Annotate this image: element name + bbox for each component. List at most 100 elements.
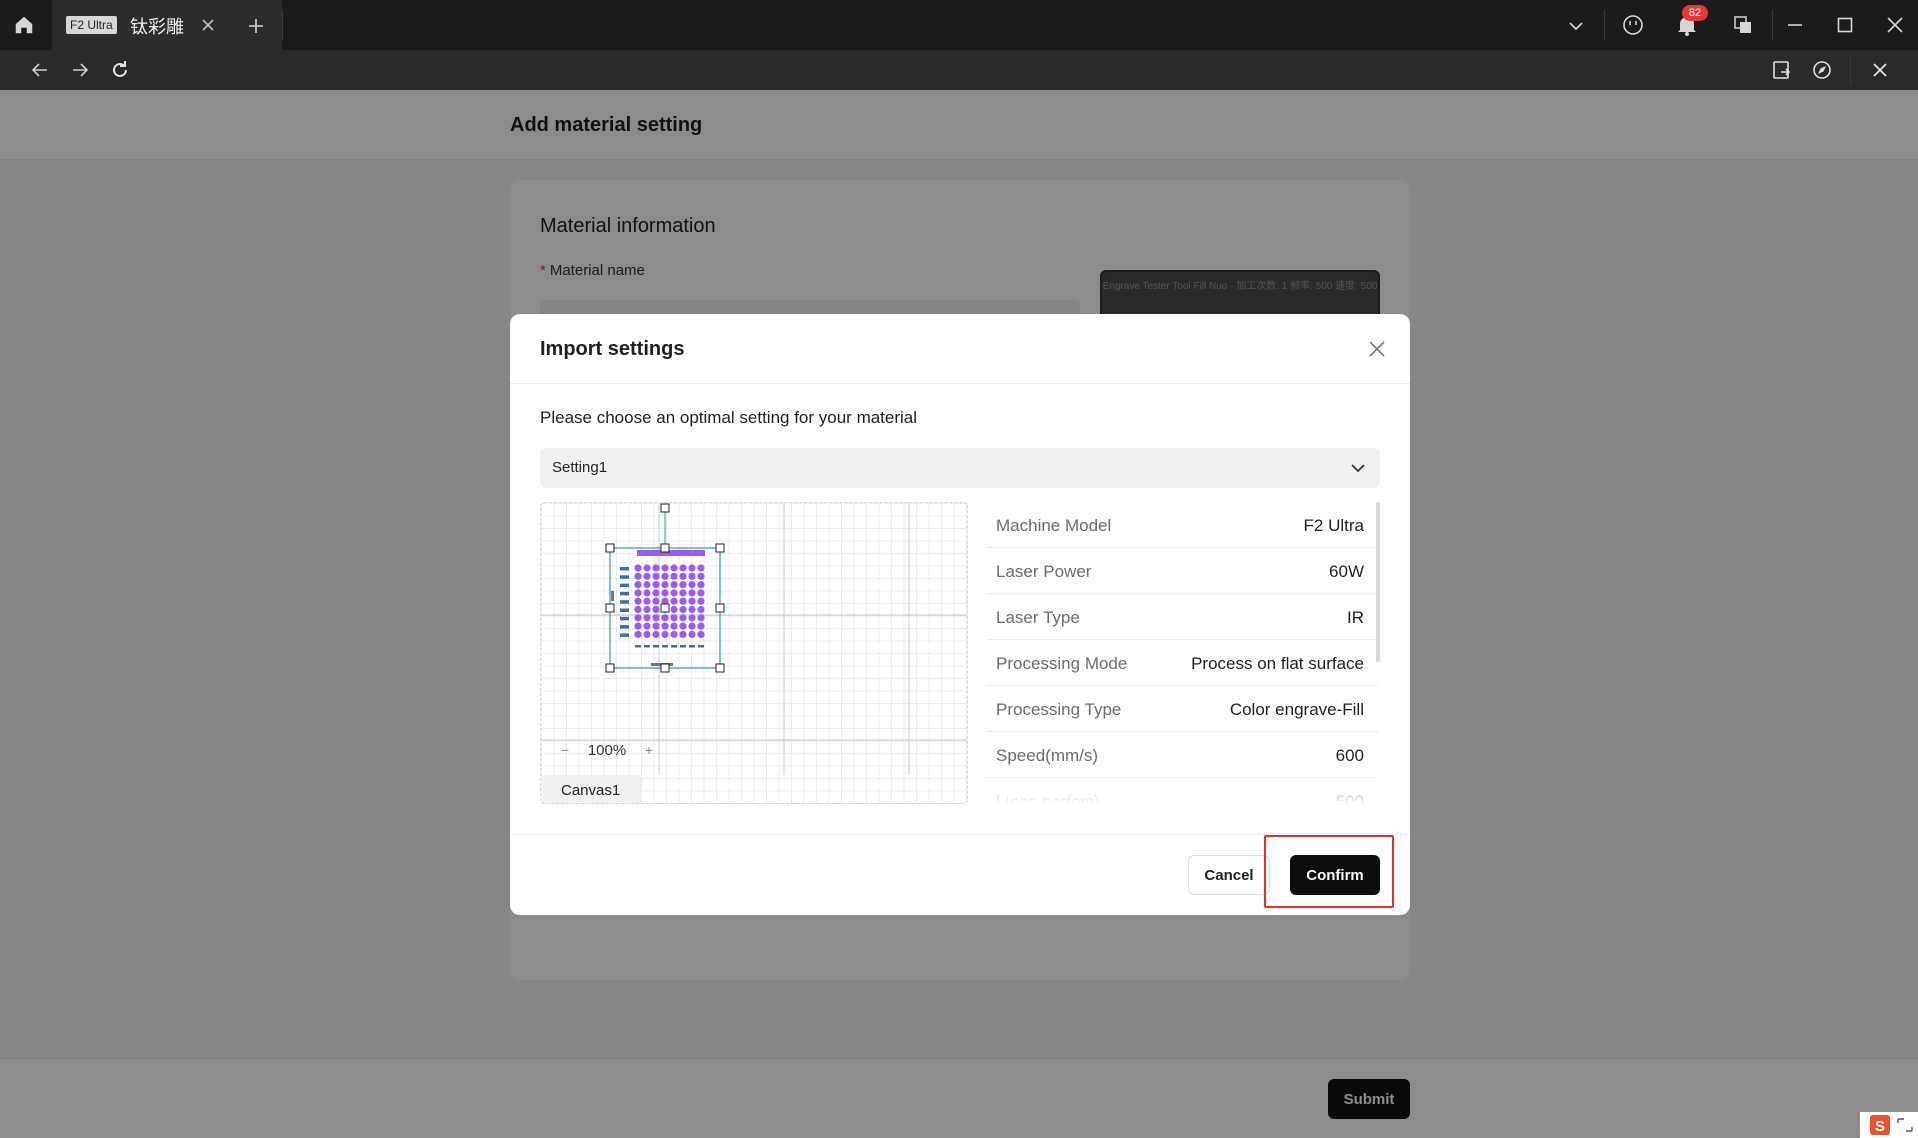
property-value: Color engrave-Fill — [1229, 700, 1364, 719]
chevron-down-icon[interactable] — [1564, 14, 1588, 38]
pattern-dot — [679, 564, 687, 572]
pattern-dot — [688, 605, 696, 614]
pattern-dot — [652, 622, 660, 630]
forward-arrow-icon[interactable] — [68, 58, 92, 82]
pattern-dot — [679, 589, 687, 597]
svg-text:S: S — [1875, 1118, 1885, 1135]
properties-scrollbar[interactable] — [1376, 502, 1380, 804]
pattern-row-label — [620, 633, 629, 637]
title-bar: F2 Ultra 钛彩雕 82 — [0, 0, 1918, 50]
pattern-dot — [670, 597, 678, 605]
pattern-col-label — [689, 645, 695, 648]
pattern-dot — [634, 597, 642, 605]
pattern-dot — [643, 589, 651, 597]
pattern-dot — [688, 622, 696, 630]
pattern-dot — [643, 581, 651, 589]
pattern-dot — [697, 630, 705, 638]
tab-title: 钛彩雕 — [130, 17, 184, 38]
pattern-dot — [634, 605, 642, 614]
bar-separator — [1604, 10, 1605, 40]
link-device-icon[interactable] — [1770, 58, 1794, 82]
import-settings-modal: Import settings Please choose an optimal… — [510, 314, 1410, 915]
pattern-dot — [661, 581, 669, 589]
setting-select[interactable]: Setting1 — [540, 448, 1380, 488]
pattern-dot — [697, 589, 705, 597]
canvas-preview[interactable]: − 100% + Canvas1 — [540, 502, 968, 804]
ime-icon: S — [1870, 1115, 1913, 1135]
pattern-dot — [634, 630, 642, 638]
pattern-dot — [697, 597, 705, 605]
pattern-row-label — [620, 591, 629, 596]
new-tab-icon[interactable] — [244, 14, 268, 38]
setting-properties: Machine Model F2 Ultra Laser Power 60W L… — [986, 502, 1378, 804]
ime-indicator[interactable]: S — [1860, 1112, 1918, 1138]
navigation-bar — [0, 50, 1918, 90]
pattern-dot — [697, 581, 705, 589]
compass-icon[interactable] — [1810, 58, 1834, 82]
engrave-test-pattern — [611, 550, 705, 666]
pattern-dot — [670, 630, 678, 638]
pattern-dot — [679, 572, 687, 580]
canvas-tab[interactable]: Canvas1 — [541, 775, 641, 803]
resize-handle — [715, 663, 725, 673]
pattern-dot — [652, 589, 660, 597]
pattern-dot — [643, 622, 651, 630]
zoom-out-button[interactable]: − — [553, 738, 577, 762]
modal-close-icon[interactable] — [1362, 334, 1392, 364]
property-row: Laser Power 60W — [986, 548, 1378, 594]
cancel-button[interactable]: Cancel — [1188, 855, 1270, 895]
pattern-dot — [634, 572, 642, 580]
pattern-col-label — [671, 645, 677, 648]
pattern-dot — [688, 630, 696, 638]
property-key: Machine Model — [996, 516, 1112, 535]
zoom-control: − 100% + — [553, 737, 661, 763]
pattern-dot — [679, 614, 687, 622]
pattern-row-label — [620, 608, 629, 612]
pattern-dot — [688, 597, 696, 605]
maximize-icon[interactable] — [1830, 12, 1860, 38]
pattern-dot — [697, 564, 705, 572]
pattern-dot — [661, 614, 669, 622]
tab-close-icon[interactable] — [197, 14, 219, 36]
pattern-dot — [661, 622, 669, 630]
property-row: Laser Type IR — [986, 594, 1378, 640]
confirm-button[interactable]: Confirm — [1290, 855, 1380, 895]
property-row: Processing Type Color engrave-Fill — [986, 686, 1378, 732]
pattern-dot — [670, 572, 678, 580]
pattern-col-label — [635, 645, 641, 648]
resize-handle — [605, 663, 615, 673]
windows-icon[interactable] — [1730, 12, 1756, 38]
modal-header: Import settings — [510, 314, 1410, 384]
pattern-dot — [652, 605, 660, 614]
scrollbar-thumb[interactable] — [1376, 502, 1380, 662]
pattern-dot — [679, 581, 687, 589]
tab-model-badge: F2 Ultra — [66, 16, 117, 34]
property-key: Laser Type — [996, 608, 1080, 627]
pattern-dot — [688, 564, 696, 572]
pattern-dot — [643, 614, 651, 622]
zoom-in-button[interactable]: + — [637, 738, 661, 762]
property-key: Lines per(cm) — [996, 792, 1100, 804]
pattern-dot — [652, 581, 660, 589]
minimize-icon[interactable] — [1780, 12, 1810, 38]
zoom-level: 100% — [587, 741, 627, 759]
property-row: Lines per(cm) 500 — [986, 778, 1378, 804]
feedback-icon[interactable] — [1620, 12, 1646, 38]
refresh-icon[interactable] — [108, 58, 132, 82]
resize-handle — [715, 603, 725, 613]
pattern-dot — [697, 605, 705, 614]
pattern-dot — [661, 630, 669, 638]
close-page-icon[interactable] — [1868, 58, 1892, 82]
property-value: 600 — [1335, 746, 1364, 765]
window-close-icon[interactable] — [1880, 12, 1910, 38]
home-icon[interactable] — [12, 13, 36, 37]
back-arrow-icon[interactable] — [28, 58, 52, 82]
pattern-dot — [643, 605, 651, 614]
pattern-dot — [643, 630, 651, 638]
property-value: Process on flat surface — [1191, 654, 1364, 673]
pattern-col-label — [680, 645, 686, 648]
modal-title: Import settings — [540, 338, 685, 360]
pattern-dot — [679, 597, 687, 605]
modal-prompt: Please choose an optimal setting for you… — [540, 408, 918, 427]
pattern-row-label — [620, 575, 629, 579]
